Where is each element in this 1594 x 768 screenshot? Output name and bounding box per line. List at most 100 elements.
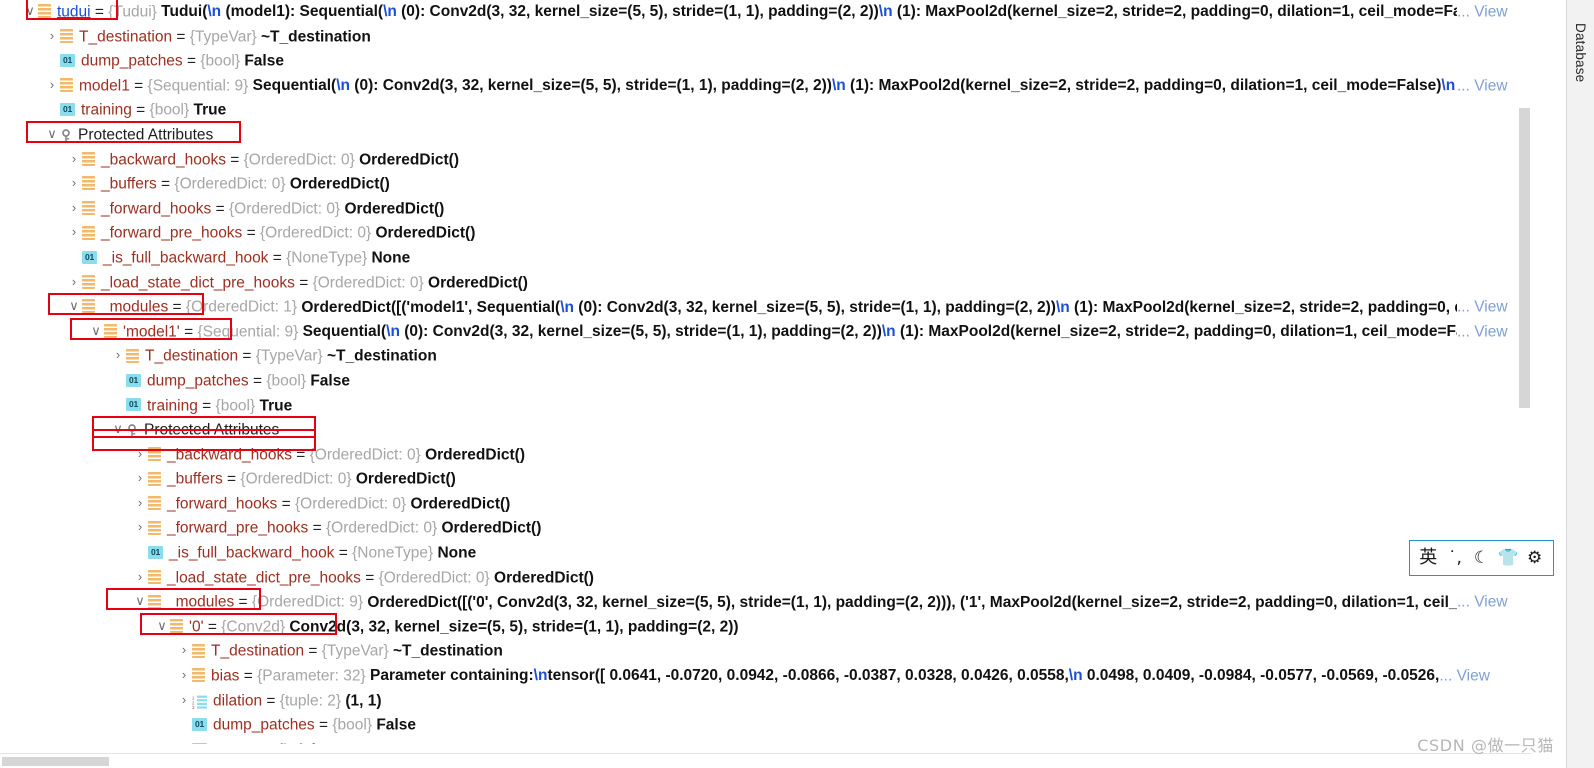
- chevron-right-icon[interactable]: ›: [132, 467, 148, 491]
- variable-name[interactable]: _backward_hooks: [167, 446, 292, 463]
- horizontal-scrollbar-thumb[interactable]: [2, 757, 109, 766]
- tree-row[interactable]: › 1 2 3 dilation = {tuple: 2} (1, 1): [0, 689, 1531, 714]
- chevron-right-icon[interactable]: ›: [110, 344, 126, 368]
- ime-punctuation-mode[interactable]: ˙,: [1443, 546, 1467, 570]
- ime-skin-theme[interactable]: 👕: [1496, 546, 1520, 570]
- view-link[interactable]: View: [1470, 323, 1507, 340]
- variable-name[interactable]: _forward_pre_hooks: [101, 225, 242, 242]
- ime-language-mode[interactable]: 英: [1416, 546, 1440, 570]
- variable-name[interactable]: _load_state_dict_pre_hooks: [167, 569, 361, 586]
- tree-row[interactable]: 01 dump_patches = {bool} False: [0, 369, 1531, 394]
- view-link[interactable]: View: [1452, 667, 1490, 684]
- tree-row[interactable]: ∨ 'model1' = {Sequential: 9} Sequential(\…: [0, 320, 1531, 345]
- ime-settings[interactable]: ⚙: [1523, 546, 1547, 570]
- variable-name[interactable]: _forward_hooks: [167, 495, 277, 512]
- tree-row[interactable]: 01 training = {bool} True: [0, 394, 1531, 419]
- tree-row[interactable]: › _forward_hooks = {OrderedDict: 0} Order…: [0, 197, 1531, 222]
- variable-name[interactable]: _load_state_dict_pre_hooks: [101, 274, 295, 291]
- tree-row[interactable]: › _load_state_dict_pre_hooks = {OrderedDi…: [0, 566, 1531, 591]
- variable-name[interactable]: dump_patches: [213, 717, 315, 734]
- variable-name[interactable]: _forward_pre_hooks: [167, 520, 308, 537]
- tree-row[interactable]: 01 dump_patches = {bool} False: [0, 713, 1531, 738]
- ime-toolbar[interactable]: 英 ˙, ☾ 👕 ⚙: [1409, 540, 1554, 576]
- tree-row[interactable]: ∨ _modules = {OrderedDict: 9} OrderedDict…: [0, 590, 1531, 615]
- view-link[interactable]: View: [1470, 3, 1507, 20]
- variable-name[interactable]: '0': [189, 618, 204, 635]
- tree-row[interactable]: ∨ Protected Attributes: [0, 123, 1531, 148]
- tree-row[interactable]: › T_destination = {TypeVar} ~T_destinatio…: [0, 344, 1531, 369]
- tree-row[interactable]: ∨ '0' = {Conv2d} Conv2d(3, 32, kernel_siz…: [0, 615, 1531, 640]
- tree-row[interactable]: 01 _is_full_backward_hook = {NoneType} No…: [0, 541, 1531, 566]
- chevron-right-icon[interactable]: ›: [66, 271, 82, 295]
- variable-name[interactable]: bias: [211, 667, 239, 684]
- tree-row[interactable]: › _backward_hooks = {OrderedDict: 0} Orde…: [0, 443, 1531, 468]
- variable-name[interactable]: T_destination: [79, 28, 172, 45]
- variable-type: {OrderedDict: 0}: [312, 273, 424, 291]
- chevron-right-icon[interactable]: ›: [66, 197, 82, 221]
- variable-name[interactable]: _is_full_backward_hook: [103, 249, 268, 266]
- variable-name[interactable]: _backward_hooks: [101, 151, 226, 168]
- chevron-down-icon[interactable]: ∨: [132, 590, 148, 614]
- tree-row[interactable]: › _backward_hooks = {OrderedDict: 0} Orde…: [0, 148, 1531, 173]
- tree-row[interactable]: ∨ Protected Attributes: [0, 418, 1531, 443]
- tree-row[interactable]: › _load_state_dict_pre_hooks = {OrderedDi…: [0, 271, 1531, 296]
- tree-row[interactable]: 01 training = {bool} True: [0, 98, 1531, 123]
- tree-row[interactable]: › _forward_pre_hooks = {OrderedDict: 0} O…: [0, 516, 1531, 541]
- variable-name[interactable]: 'model1': [123, 323, 180, 340]
- tree-row[interactable]: › _buffers = {OrderedDict: 0} OrderedDict…: [0, 467, 1531, 492]
- chevron-down-icon[interactable]: ∨: [154, 615, 170, 639]
- view-link[interactable]: View: [1470, 299, 1507, 316]
- variable-name[interactable]: _forward_hooks: [101, 200, 211, 217]
- chevron-right-icon[interactable]: ›: [132, 492, 148, 516]
- chevron-right-icon[interactable]: ›: [66, 148, 82, 172]
- variable-name[interactable]: dump_patches: [81, 53, 183, 70]
- variable-name[interactable]: dump_patches: [147, 372, 249, 389]
- chevron-right-icon[interactable]: ›: [44, 25, 60, 49]
- view-link[interactable]: View: [1470, 77, 1507, 94]
- tree-row[interactable]: ∨ tudui = {Tudui} Tudui(\n (model1): Sequ…: [0, 0, 1531, 25]
- vertical-scrollbar-track[interactable]: [1517, 0, 1531, 745]
- horizontal-scrollbar-track[interactable]: [0, 753, 1531, 768]
- variable-name[interactable]: tudui: [57, 3, 91, 20]
- variables-tree[interactable]: ∨ tudui = {Tudui} Tudui(\n (model1): Sequ…: [0, 0, 1531, 745]
- chevron-down-icon[interactable]: ∨: [44, 123, 60, 147]
- tree-row[interactable]: ∨ _modules = {OrderedDict: 1} OrderedDict…: [0, 295, 1531, 320]
- view-link[interactable]: View: [1470, 594, 1507, 611]
- tree-row[interactable]: 01 _is_full_backward_hook = {NoneType} No…: [0, 246, 1531, 271]
- variable-name[interactable]: training: [81, 102, 132, 119]
- variable-name[interactable]: training: [147, 397, 198, 414]
- chevron-down-icon[interactable]: ∨: [88, 320, 104, 344]
- variable-name[interactable]: model1: [79, 77, 130, 94]
- chevron-right-icon[interactable]: ›: [66, 221, 82, 245]
- variable-name[interactable]: _modules: [167, 594, 234, 611]
- variable-name[interactable]: T_destination: [145, 348, 238, 365]
- chevron-down-icon[interactable]: ∨: [22, 0, 38, 24]
- tree-row[interactable]: › _buffers = {OrderedDict: 0} OrderedDict…: [0, 172, 1531, 197]
- chevron-right-icon[interactable]: ›: [132, 566, 148, 590]
- tree-row[interactable]: › model1 = {Sequential: 9} Sequential(\n …: [0, 74, 1531, 99]
- chevron-right-icon[interactable]: ›: [132, 443, 148, 467]
- ime-moon-mode[interactable]: ☾: [1469, 546, 1493, 570]
- chevron-right-icon[interactable]: ›: [176, 689, 192, 713]
- chevron-right-icon[interactable]: ›: [176, 639, 192, 663]
- chevron-right-icon[interactable]: ›: [66, 172, 82, 196]
- chevron-down-icon[interactable]: ∨: [110, 418, 126, 442]
- chevron-down-icon[interactable]: ∨: [66, 295, 82, 319]
- variable-name[interactable]: _buffers: [167, 471, 223, 488]
- variable-name[interactable]: _is_full_backward_hook: [169, 544, 334, 561]
- tree-row[interactable]: › _forward_hooks = {OrderedDict: 0} Order…: [0, 492, 1531, 517]
- tree-row[interactable]: › bias = {Parameter: 32} Parameter contai…: [0, 664, 1531, 689]
- tool-window-tab-database[interactable]: Database: [1567, 0, 1594, 118]
- tree-row[interactable]: › T_destination = {TypeVar} ~T_destinatio…: [0, 639, 1531, 664]
- variable-name[interactable]: dilation: [213, 692, 262, 709]
- variable-name[interactable]: _buffers: [101, 176, 157, 193]
- chevron-right-icon[interactable]: ›: [44, 74, 60, 98]
- vertical-scrollbar-thumb[interactable]: [1519, 108, 1530, 408]
- chevron-right-icon[interactable]: ›: [176, 664, 192, 688]
- tree-row[interactable]: 01 dump_patches = {bool} False: [0, 49, 1531, 74]
- chevron-right-icon[interactable]: ›: [132, 516, 148, 540]
- tree-row[interactable]: › _forward_pre_hooks = {OrderedDict: 0} O…: [0, 221, 1531, 246]
- variable-name[interactable]: T_destination: [211, 643, 304, 660]
- variable-name[interactable]: _modules: [101, 299, 168, 316]
- tree-row[interactable]: › T_destination = {TypeVar} ~T_destinatio…: [0, 25, 1531, 50]
